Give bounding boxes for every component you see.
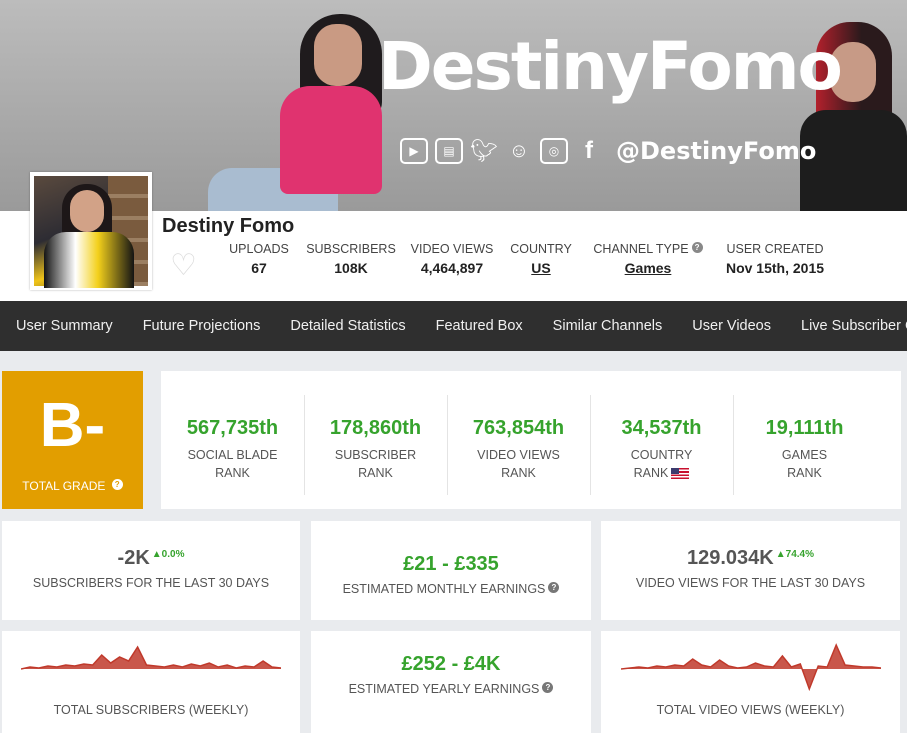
- nav-user-videos[interactable]: User Videos: [677, 301, 786, 351]
- channel-name: Destiny Fomo: [162, 215, 295, 237]
- stat-subscribers: SUBSCRIBERS 108K: [306, 242, 396, 276]
- avatar: [30, 172, 152, 290]
- nav-detailed-statistics[interactable]: Detailed Statistics: [275, 301, 420, 351]
- subscribers-series-line: [21, 645, 281, 670]
- total-grade-box: B- TOTAL GRADE ?: [2, 371, 143, 509]
- stat-video-views: VIDEO VIEWS 4,464,897: [410, 242, 494, 276]
- stat-uploads: UPLOADS 67: [229, 242, 289, 276]
- rank-video-views: 763,854th VIDEO VIEWS RANK: [447, 371, 590, 509]
- ranks-panel: 567,735th SOCIAL BLADE RANK 178,860th SUB…: [161, 371, 901, 509]
- card-video-views-30-days: 129.034K ▲74.4% VIDEO VIEWS FOR THE LAST …: [601, 521, 900, 620]
- grade-letter: B-: [39, 391, 106, 460]
- us-flag-icon: [671, 468, 690, 480]
- rank-games: 19,111th GAMES RANK: [733, 371, 876, 509]
- rank-social-blade: 567,735th SOCIAL BLADE RANK: [186, 417, 279, 480]
- twitter-icon: 🐦︎: [470, 138, 498, 163]
- channel-type-link[interactable]: Games: [590, 260, 706, 276]
- favorite-heart-icon[interactable]: ♡: [170, 248, 197, 283]
- twitch-icon: ▤: [435, 138, 463, 164]
- nav-live-subscriber-count[interactable]: Live Subscriber Count: [786, 301, 907, 351]
- help-icon[interactable]: ?: [542, 682, 554, 693]
- help-icon[interactable]: ?: [691, 242, 703, 253]
- nav-similar-channels[interactable]: Similar Channels: [538, 301, 678, 351]
- video-views-sparkline-chart: [620, 643, 881, 692]
- stat-channel-type: CHANNEL TYPE? Games: [590, 242, 706, 276]
- country-link[interactable]: US: [510, 260, 572, 276]
- banner-figure-left-shirt: [280, 86, 382, 194]
- nav-future-projections[interactable]: Future Projections: [128, 301, 276, 351]
- youtube-icon: ▶: [400, 138, 428, 164]
- banner-handle: @DestinyFomo: [616, 137, 817, 165]
- facebook-icon: f: [585, 137, 593, 164]
- snapchat-icon: ☺: [508, 139, 530, 162]
- instagram-icon: ◎: [540, 138, 568, 164]
- section-nav: User Summary Future Projections Detailed…: [0, 301, 907, 351]
- help-icon[interactable]: ?: [548, 582, 560, 593]
- nav-featured-box[interactable]: Featured Box: [421, 301, 538, 351]
- card-monthly-earnings: £21 - £335 ESTIMATED MONTHLY EARNINGS?: [311, 521, 591, 620]
- rank-country: 34,537th COUNTRY RANK: [590, 371, 733, 509]
- avatar-face: [70, 190, 104, 232]
- subscribers-sparkline-chart: [21, 645, 281, 670]
- stat-user-created: USER CREATED Nov 15th, 2015: [725, 242, 825, 276]
- nav-user-summary[interactable]: User Summary: [0, 301, 128, 351]
- banner-brand-text: DestinyFomo: [378, 28, 843, 105]
- stat-country: COUNTRY US: [510, 242, 572, 276]
- card-total-video-views-weekly: TOTAL VIDEO VIEWS (WEEKLY): [601, 631, 900, 733]
- grade-label: TOTAL GRADE: [22, 479, 106, 493]
- rank-subscriber: 178,860th SUBSCRIBER RANK: [304, 371, 447, 509]
- banner-social-row: ▶ ▤ 🐦︎ ☺ ◎ f @DestinyFomo: [400, 137, 816, 165]
- avatar-jacket: [44, 232, 134, 288]
- help-icon[interactable]: ?: [111, 479, 123, 490]
- card-subscribers-30-days: -2K ▲0.0% SUBSCRIBERS FOR THE LAST 30 DAY…: [2, 521, 300, 620]
- banner-figure-left-face: [314, 24, 362, 86]
- card-total-subscribers-weekly: TOTAL SUBSCRIBERS (WEEKLY): [2, 631, 300, 733]
- card-yearly-earnings: £252 - £4K ESTIMATED YEARLY EARNINGS?: [311, 631, 591, 733]
